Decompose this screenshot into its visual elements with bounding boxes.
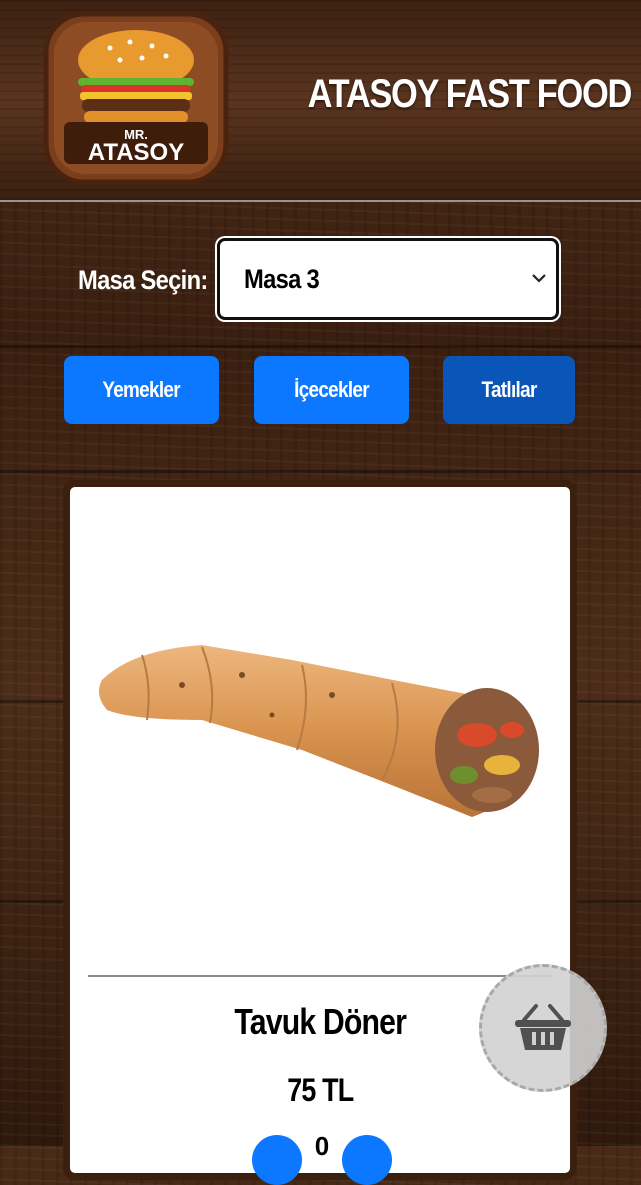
category-label: Yemekler — [102, 377, 181, 402]
decrease-quantity-button[interactable] — [252, 1135, 302, 1185]
table-select-row: Masa Seçin: — [78, 238, 218, 322]
table-select-value: Masa 3 — [244, 263, 320, 294]
card-divider — [88, 975, 552, 977]
quantity-stepper: 0 — [252, 1127, 392, 1185]
category-button-yemekler[interactable]: Yemekler — [64, 356, 219, 424]
brand-logo: MR. ATASOY — [43, 11, 229, 185]
category-label: İçecekler — [294, 377, 370, 402]
basket-icon — [515, 1004, 571, 1050]
product-price: 75 TL — [286, 1072, 354, 1108]
logo-name-text: ATASOY — [88, 139, 184, 166]
chevron-down-icon — [532, 274, 546, 283]
table-select-label: Masa Seçin: — [78, 264, 208, 295]
cart-button[interactable] — [479, 964, 607, 1092]
site-header: MR. ATASOY ATASOY FAST FOOD — [0, 0, 641, 202]
category-button-tatlilar[interactable]: Tatlılar — [443, 356, 575, 424]
brand-title: ATASOY FAST FOOD — [307, 72, 633, 116]
quantity-value: 0 — [314, 1131, 330, 1161]
category-button-icecekler[interactable]: İçecekler — [254, 356, 409, 424]
category-label: Tatlılar — [481, 377, 537, 402]
product-image — [98, 645, 539, 817]
increase-quantity-button[interactable] — [342, 1135, 392, 1185]
product-name: Tavuk Döner — [234, 1001, 407, 1042]
table-select[interactable]: Masa 3 — [217, 238, 559, 320]
